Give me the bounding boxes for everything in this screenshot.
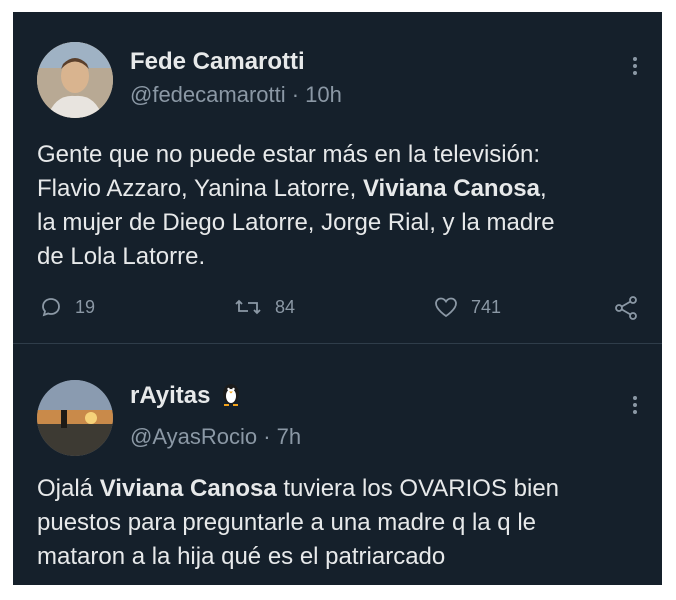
display-name[interactable]: Fede Camarotti — [130, 48, 305, 76]
avatar[interactable] — [37, 42, 113, 118]
handle-and-time[interactable]: @fedecamarotti · 10h — [130, 82, 342, 108]
handle-and-time[interactable]: @AyasRocio · 7h — [130, 424, 301, 450]
display-name[interactable]: rAyitas — [130, 380, 241, 410]
like-button[interactable]: 741 — [433, 295, 501, 319]
retweet-button[interactable]: 84 — [233, 295, 295, 319]
avatar-photo-icon — [37, 42, 113, 118]
tweet-card[interactable]: rAyitas @AyasRocio · 7h Ojalá Viviana Ca… — [13, 344, 662, 585]
reply-count: 19 — [75, 296, 96, 317]
like-count: 741 — [471, 296, 502, 317]
heart-icon — [435, 297, 457, 318]
avatar-photo-icon — [37, 380, 113, 456]
tweet-text: Gente que no puede estar más en la telev… — [37, 141, 555, 270]
tweet-actions: 19 84 741 — [37, 295, 647, 325]
mention-highlight: Viviana Canosa — [99, 475, 277, 502]
reply-icon — [42, 298, 60, 317]
more-options-icon[interactable] — [632, 57, 638, 78]
more-options-icon[interactable] — [632, 396, 638, 417]
reply-button[interactable]: 19 — [39, 295, 95, 319]
tweet-card[interactable]: Fede Camarotti @fedecamarotti · 10h Gent… — [13, 12, 662, 344]
retweet-icon — [235, 299, 261, 315]
retweet-count: 84 — [275, 296, 296, 317]
share-icon — [615, 296, 637, 320]
penguin-icon — [223, 384, 240, 406]
avatar[interactable] — [37, 380, 113, 456]
share-button[interactable] — [613, 295, 651, 321]
tweet-text: Ojalá Viviana Canosa tuviera los OVARIOS… — [37, 475, 560, 570]
timeline-panel: Fede Camarotti @fedecamarotti · 10h Gent… — [13, 12, 662, 585]
mention-highlight: Viviana Canosa — [362, 175, 540, 202]
